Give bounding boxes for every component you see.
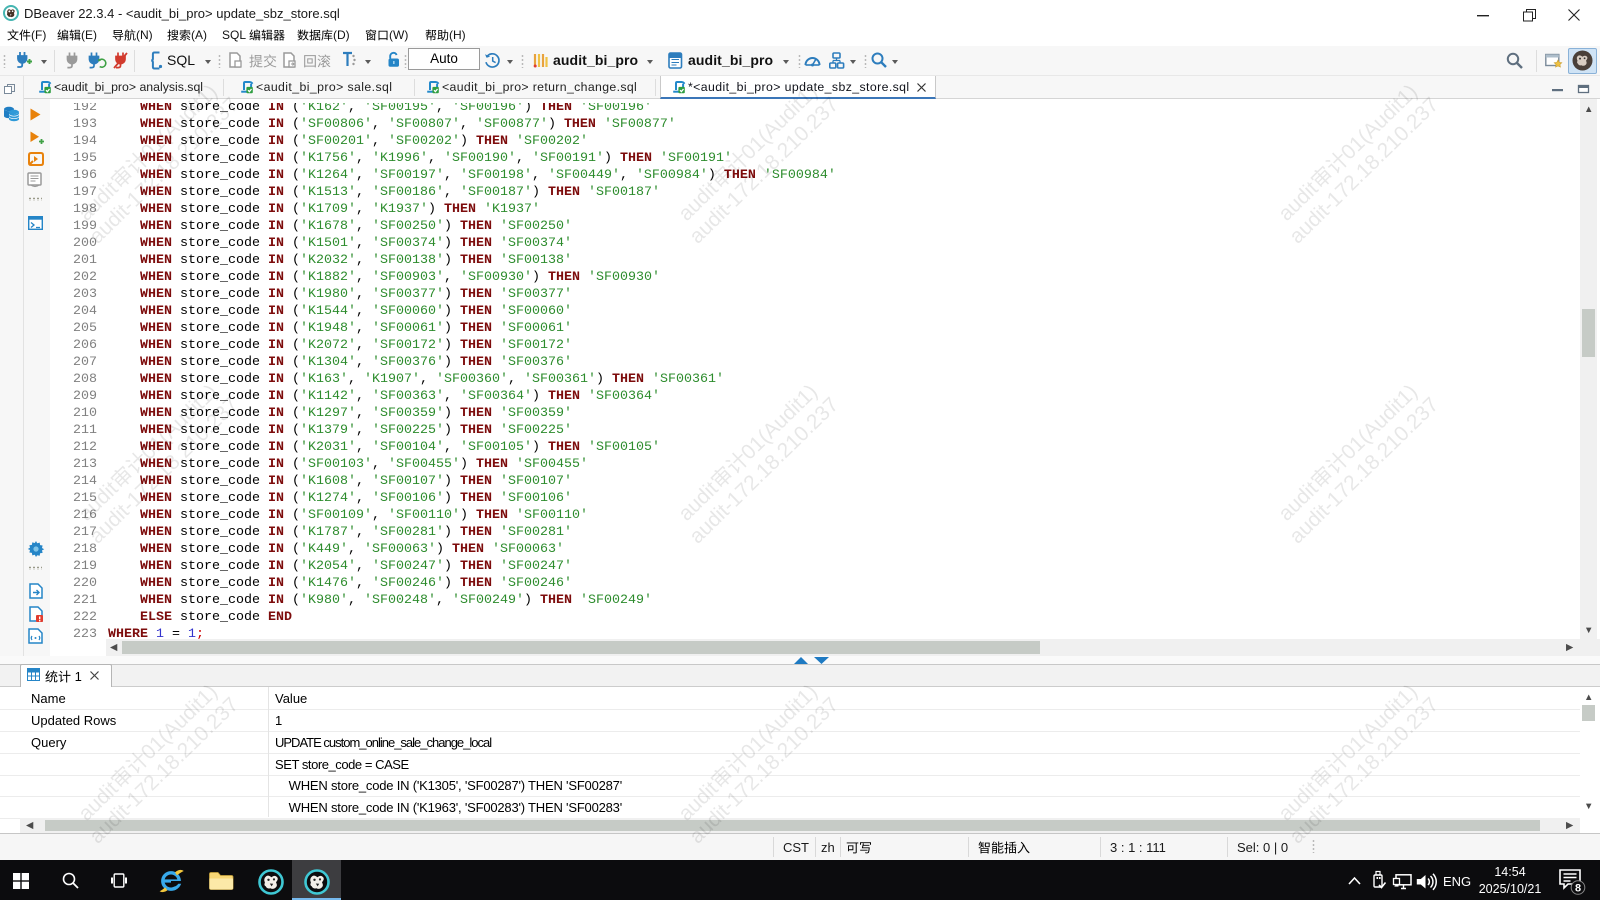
svg-text:8: 8	[1575, 883, 1581, 895]
